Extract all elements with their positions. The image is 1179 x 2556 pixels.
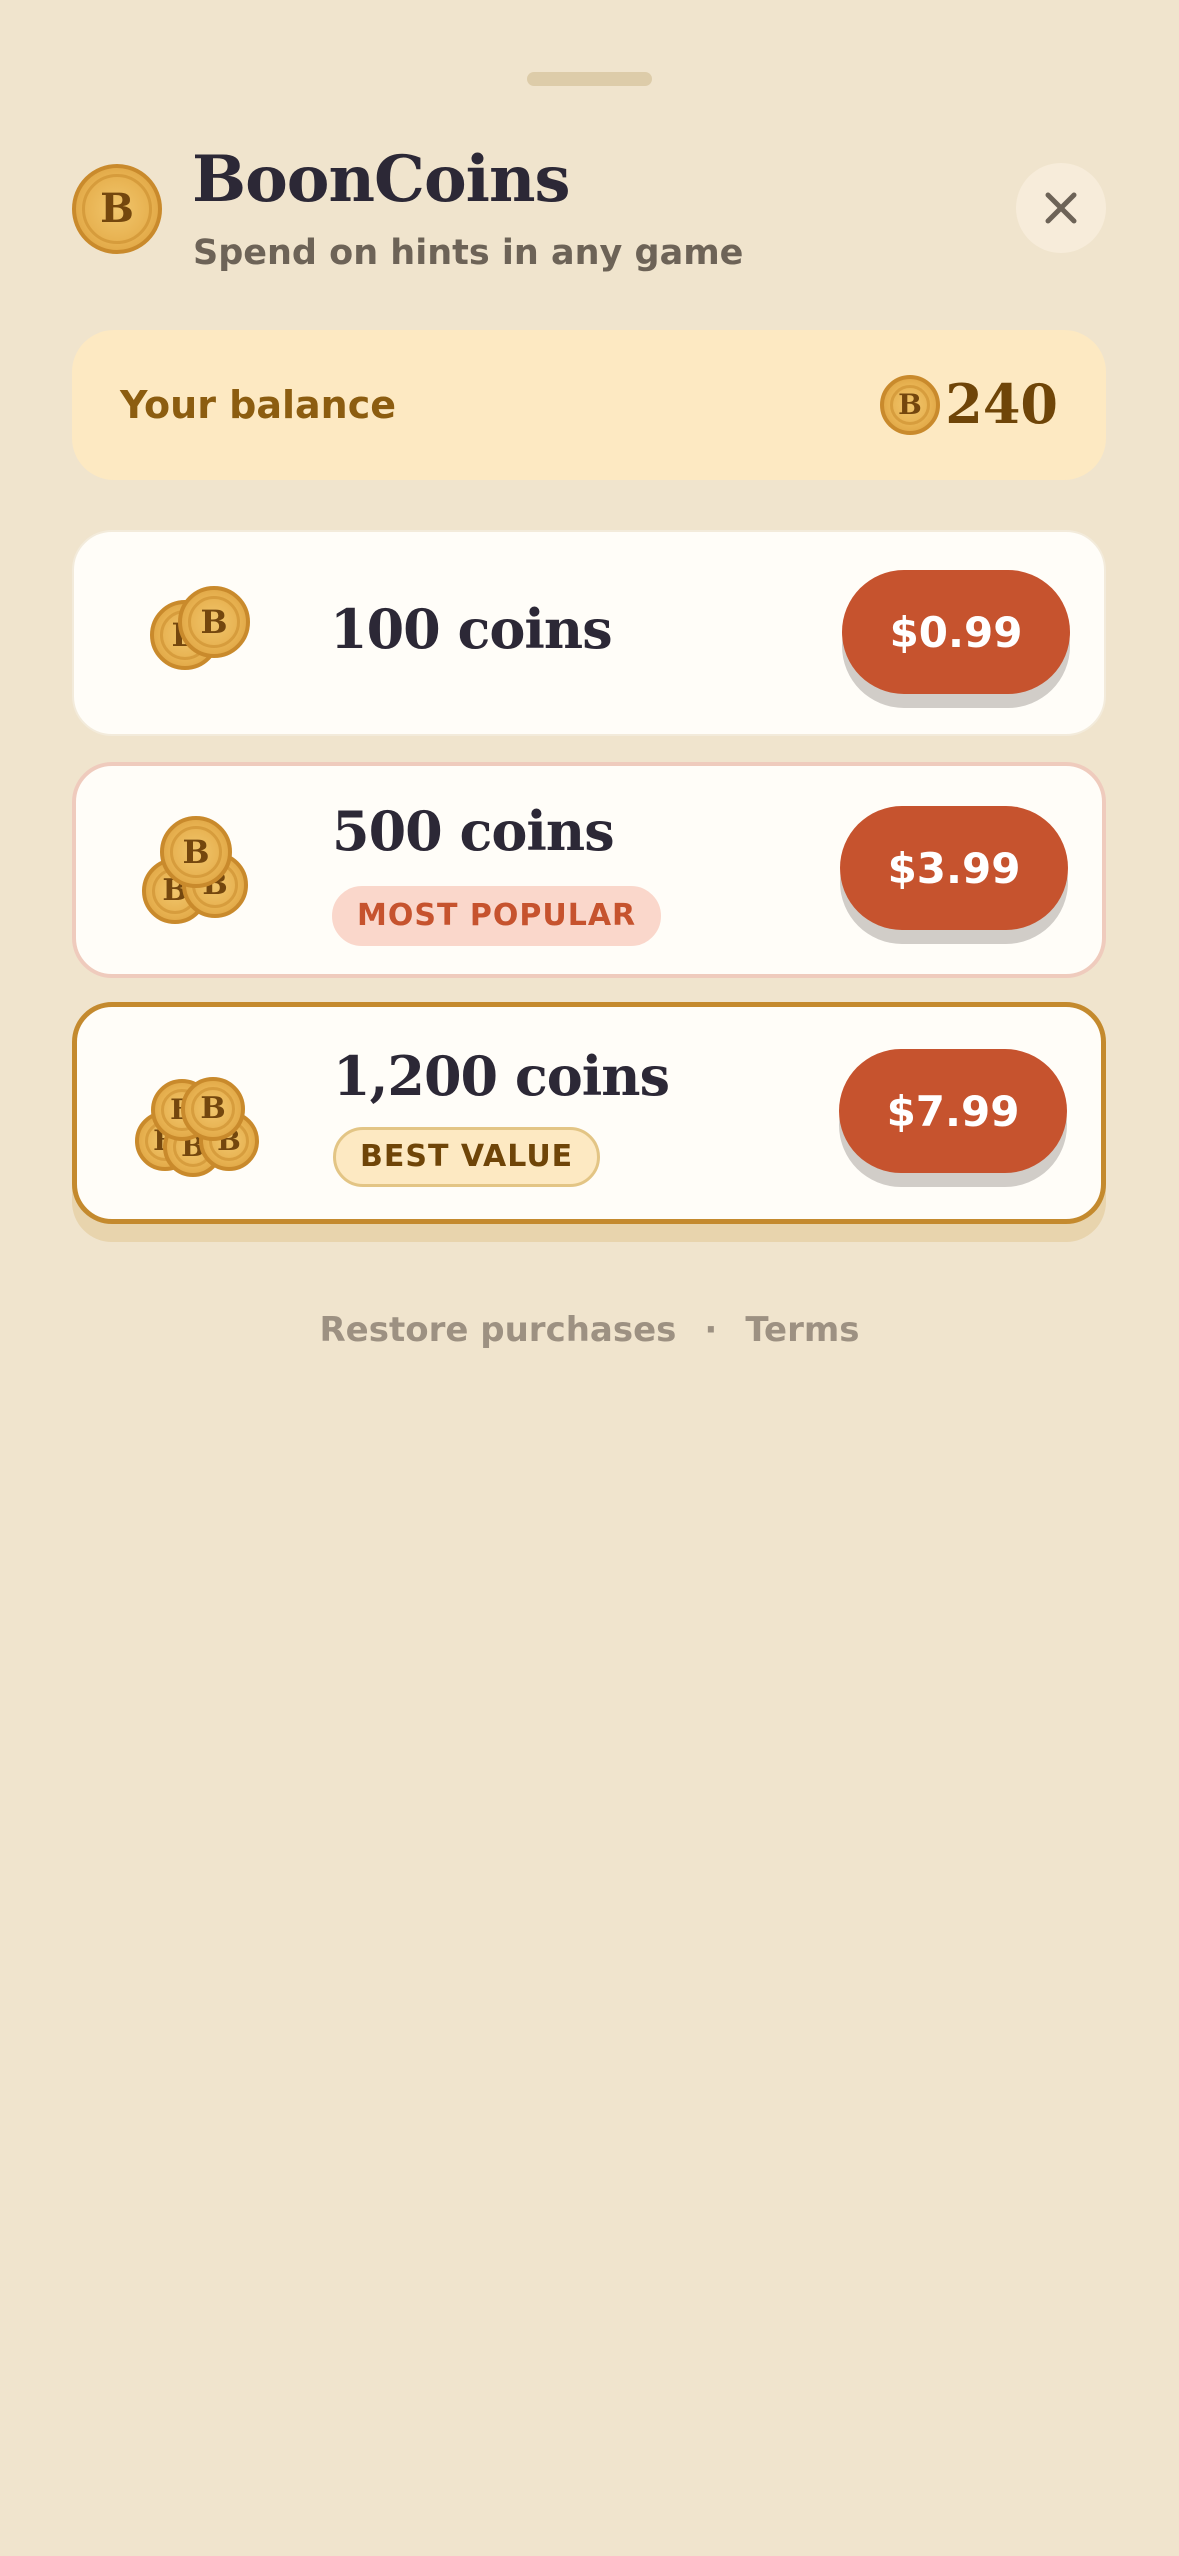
most-popular-badge: MOST POPULAR: [332, 886, 662, 946]
coin-stack-small-icon: B B: [74, 532, 324, 732]
coin-pack-100[interactable]: B B 100 coins $0.99: [72, 530, 1106, 736]
coin-pack-500[interactable]: B B B 500 coins MOST POPULAR $3.99: [72, 762, 1106, 978]
buy-button[interactable]: $0.99: [842, 570, 1070, 694]
pack-amount: 1,200 coins: [333, 1044, 670, 1108]
close-button[interactable]: [1016, 163, 1106, 253]
page-title: BoonCoins: [192, 142, 570, 217]
footer-separator: ·: [704, 1310, 718, 1350]
buy-button[interactable]: $7.99: [839, 1049, 1067, 1173]
pack-amount: 100 coins: [330, 597, 613, 661]
coin-stack-medium-icon: B B B: [76, 766, 326, 966]
coin-pack-1200[interactable]: B B B B B 1,200 coins BEST VALUE $7.99: [72, 1002, 1106, 1224]
coin-store-sheet: B BoonCoins Spend on hints in any game Y…: [0, 0, 1179, 2556]
balance-amount: 240: [945, 372, 1058, 436]
booncoins-logo-icon: B: [72, 164, 162, 254]
balance-card: Your balance B 240: [72, 330, 1106, 480]
pack-amount: 500 coins: [332, 799, 615, 863]
close-icon: [1045, 192, 1077, 224]
balance-label: Your balance: [120, 383, 397, 427]
restore-purchases-link[interactable]: Restore purchases: [320, 1306, 677, 1354]
footer-links: Restore purchases · Terms: [0, 1306, 1179, 1354]
buy-button[interactable]: $3.99: [840, 806, 1068, 930]
sheet-grabber[interactable]: [527, 72, 652, 86]
terms-link[interactable]: Terms: [745, 1306, 859, 1354]
page-subtitle: Spend on hints in any game: [193, 233, 744, 273]
coin-stack-large-icon: B B B B B: [77, 1007, 327, 1207]
balance-coin-icon: B: [880, 375, 940, 435]
best-value-badge: BEST VALUE: [333, 1127, 601, 1187]
